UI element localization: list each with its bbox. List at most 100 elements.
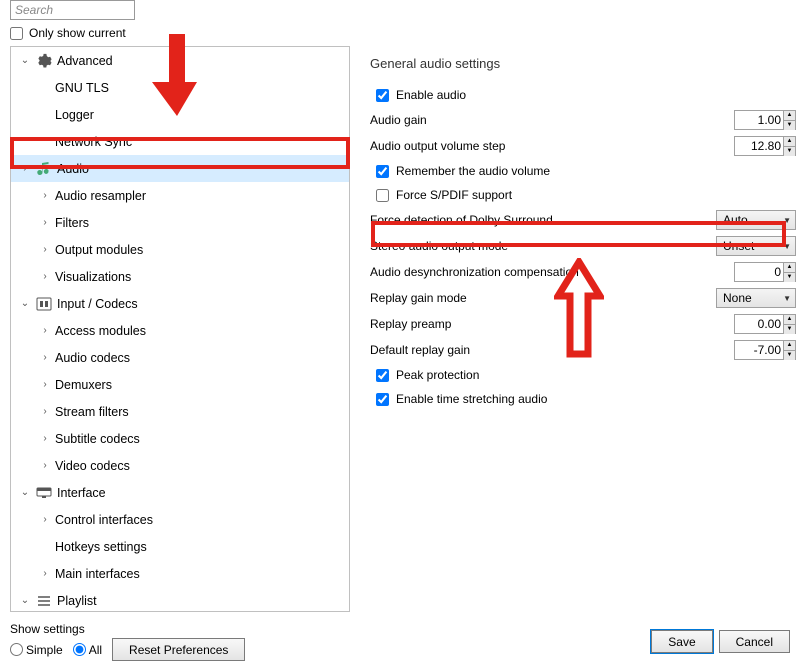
enable-audio-checkbox[interactable] [376,89,389,102]
interface-icon [35,485,53,501]
spinner-up-icon[interactable]: ▲ [784,137,795,147]
dolby-dropdown[interactable]: Auto ▼ [716,210,796,230]
stereo-mode-label: Stereo audio output mode [370,239,716,253]
search-input[interactable]: Search [10,0,135,20]
tree-label: Interface [57,486,106,500]
tree-interface[interactable]: ⌄ Interface [11,479,349,506]
audio-gain-label: Audio gain [370,113,734,127]
spinner-down-icon[interactable]: ▼ [784,273,795,282]
spinner-down-icon[interactable]: ▼ [784,325,795,334]
show-settings-label: Show settings [10,622,245,636]
desync-label: Audio desynchronization compensation [370,265,734,279]
chevron-down-icon: ▼ [783,242,791,251]
chevron-right-icon: › [39,190,51,201]
gear-icon [35,53,53,69]
tree-label: Access modules [55,324,146,338]
chevron-right-icon: › [39,379,51,390]
tree-subtitle-codecs[interactable]: › Subtitle codecs [11,425,349,452]
audio-gain-input[interactable]: 1.00 ▲▼ [734,110,796,130]
tree-output-modules[interactable]: › Output modules [11,236,349,263]
spinner-up-icon[interactable]: ▲ [784,315,795,325]
tree-visualizations[interactable]: › Visualizations [11,263,349,290]
tree-video-codecs[interactable]: › Video codecs [11,452,349,479]
tree-label: Network Sync [55,135,132,149]
chevron-down-icon: ⌄ [19,298,31,309]
tree-label: Hotkeys settings [55,540,147,554]
tree-main-interfaces[interactable]: › Main interfaces [11,560,349,587]
time-stretch-label: Enable time stretching audio [396,392,547,406]
replay-mode-label: Replay gain mode [370,291,716,305]
tree-logger[interactable]: Logger [11,101,349,128]
replay-mode-dropdown[interactable]: None ▼ [716,288,796,308]
chevron-down-icon: ⌄ [19,55,31,66]
chevron-down-icon: ⌄ [19,595,31,606]
chevron-right-icon: › [39,271,51,282]
spinner-down-icon[interactable]: ▼ [784,351,795,360]
chevron-right-icon: › [19,163,31,174]
chevron-right-icon: › [39,514,51,525]
force-spdif-checkbox[interactable] [376,189,389,202]
tree-hotkeys-settings[interactable]: Hotkeys settings [11,533,349,560]
peak-protection-checkbox[interactable] [376,369,389,382]
enable-audio-label: Enable audio [396,88,466,102]
spinner-down-icon[interactable]: ▼ [784,121,795,130]
settings-tree-panel: ⌄ Advanced GNU TLS Logger [10,46,350,612]
tree-audio-resampler[interactable]: › Audio resampler [11,182,349,209]
spinner-down-icon[interactable]: ▼ [784,147,795,156]
music-note-icon [35,161,53,177]
tree-label: Advanced [57,54,113,68]
chevron-down-icon: ▼ [783,294,791,303]
tree-network-sync[interactable]: Network Sync [11,128,349,155]
tree-label: Logger [55,108,94,122]
chevron-right-icon: › [39,406,51,417]
tree-audio-codecs[interactable]: › Audio codecs [11,344,349,371]
default-replay-label: Default replay gain [370,343,734,357]
radio-all[interactable]: All [73,643,102,657]
chevron-down-icon: ▼ [783,216,791,225]
tree-label: GNU TLS [55,81,109,95]
spinner-up-icon[interactable]: ▲ [784,263,795,273]
tree-label: Demuxers [55,378,112,392]
tree-label: Visualizations [55,270,131,284]
chevron-right-icon: › [39,217,51,228]
tree-gnu-tls[interactable]: GNU TLS [11,74,349,101]
section-title: General audio settings [370,56,796,71]
reset-preferences-button[interactable]: Reset Preferences [112,638,245,661]
desync-input[interactable]: 0 ▲▼ [734,262,796,282]
chevron-down-icon: ⌄ [19,487,31,498]
chevron-right-icon: › [39,325,51,336]
settings-tree-scroll[interactable]: ⌄ Advanced GNU TLS Logger [11,47,349,611]
tree-demuxers[interactable]: › Demuxers [11,371,349,398]
tree-audio[interactable]: › Audio [11,155,349,182]
remember-volume-label: Remember the audio volume [396,164,550,178]
cancel-button[interactable]: Cancel [719,630,790,653]
spinner-up-icon[interactable]: ▲ [784,111,795,121]
chevron-right-icon: › [39,460,51,471]
radio-simple[interactable]: Simple [10,643,63,657]
tree-label: Playlist [57,594,97,608]
remember-volume-checkbox[interactable] [376,165,389,178]
playlist-icon [35,593,53,609]
tree-advanced[interactable]: ⌄ Advanced [11,47,349,74]
tree-control-interfaces[interactable]: › Control interfaces [11,506,349,533]
tree-label: Control interfaces [55,513,153,527]
default-replay-input[interactable]: -7.00 ▲▼ [734,340,796,360]
replay-preamp-label: Replay preamp [370,317,734,331]
only-show-current-checkbox[interactable] [10,27,23,40]
volume-step-label: Audio output volume step [370,139,734,153]
replay-preamp-input[interactable]: 0.00 ▲▼ [734,314,796,334]
tree-input-codecs[interactable]: ⌄ Input / Codecs [11,290,349,317]
volume-step-input[interactable]: 12.80 ▲▼ [734,136,796,156]
tree-label: Input / Codecs [57,297,138,311]
save-button[interactable]: Save [651,630,712,653]
spinner-up-icon[interactable]: ▲ [784,341,795,351]
chevron-right-icon: › [39,244,51,255]
only-show-current-label: Only show current [29,26,126,40]
tree-playlist[interactable]: ⌄ Playlist [11,587,349,611]
tree-access-modules[interactable]: › Access modules [11,317,349,344]
tree-filters[interactable]: › Filters [11,209,349,236]
time-stretch-checkbox[interactable] [376,393,389,406]
tree-stream-filters[interactable]: › Stream filters [11,398,349,425]
codec-icon [35,296,53,312]
stereo-mode-dropdown[interactable]: Unset ▼ [716,236,796,256]
